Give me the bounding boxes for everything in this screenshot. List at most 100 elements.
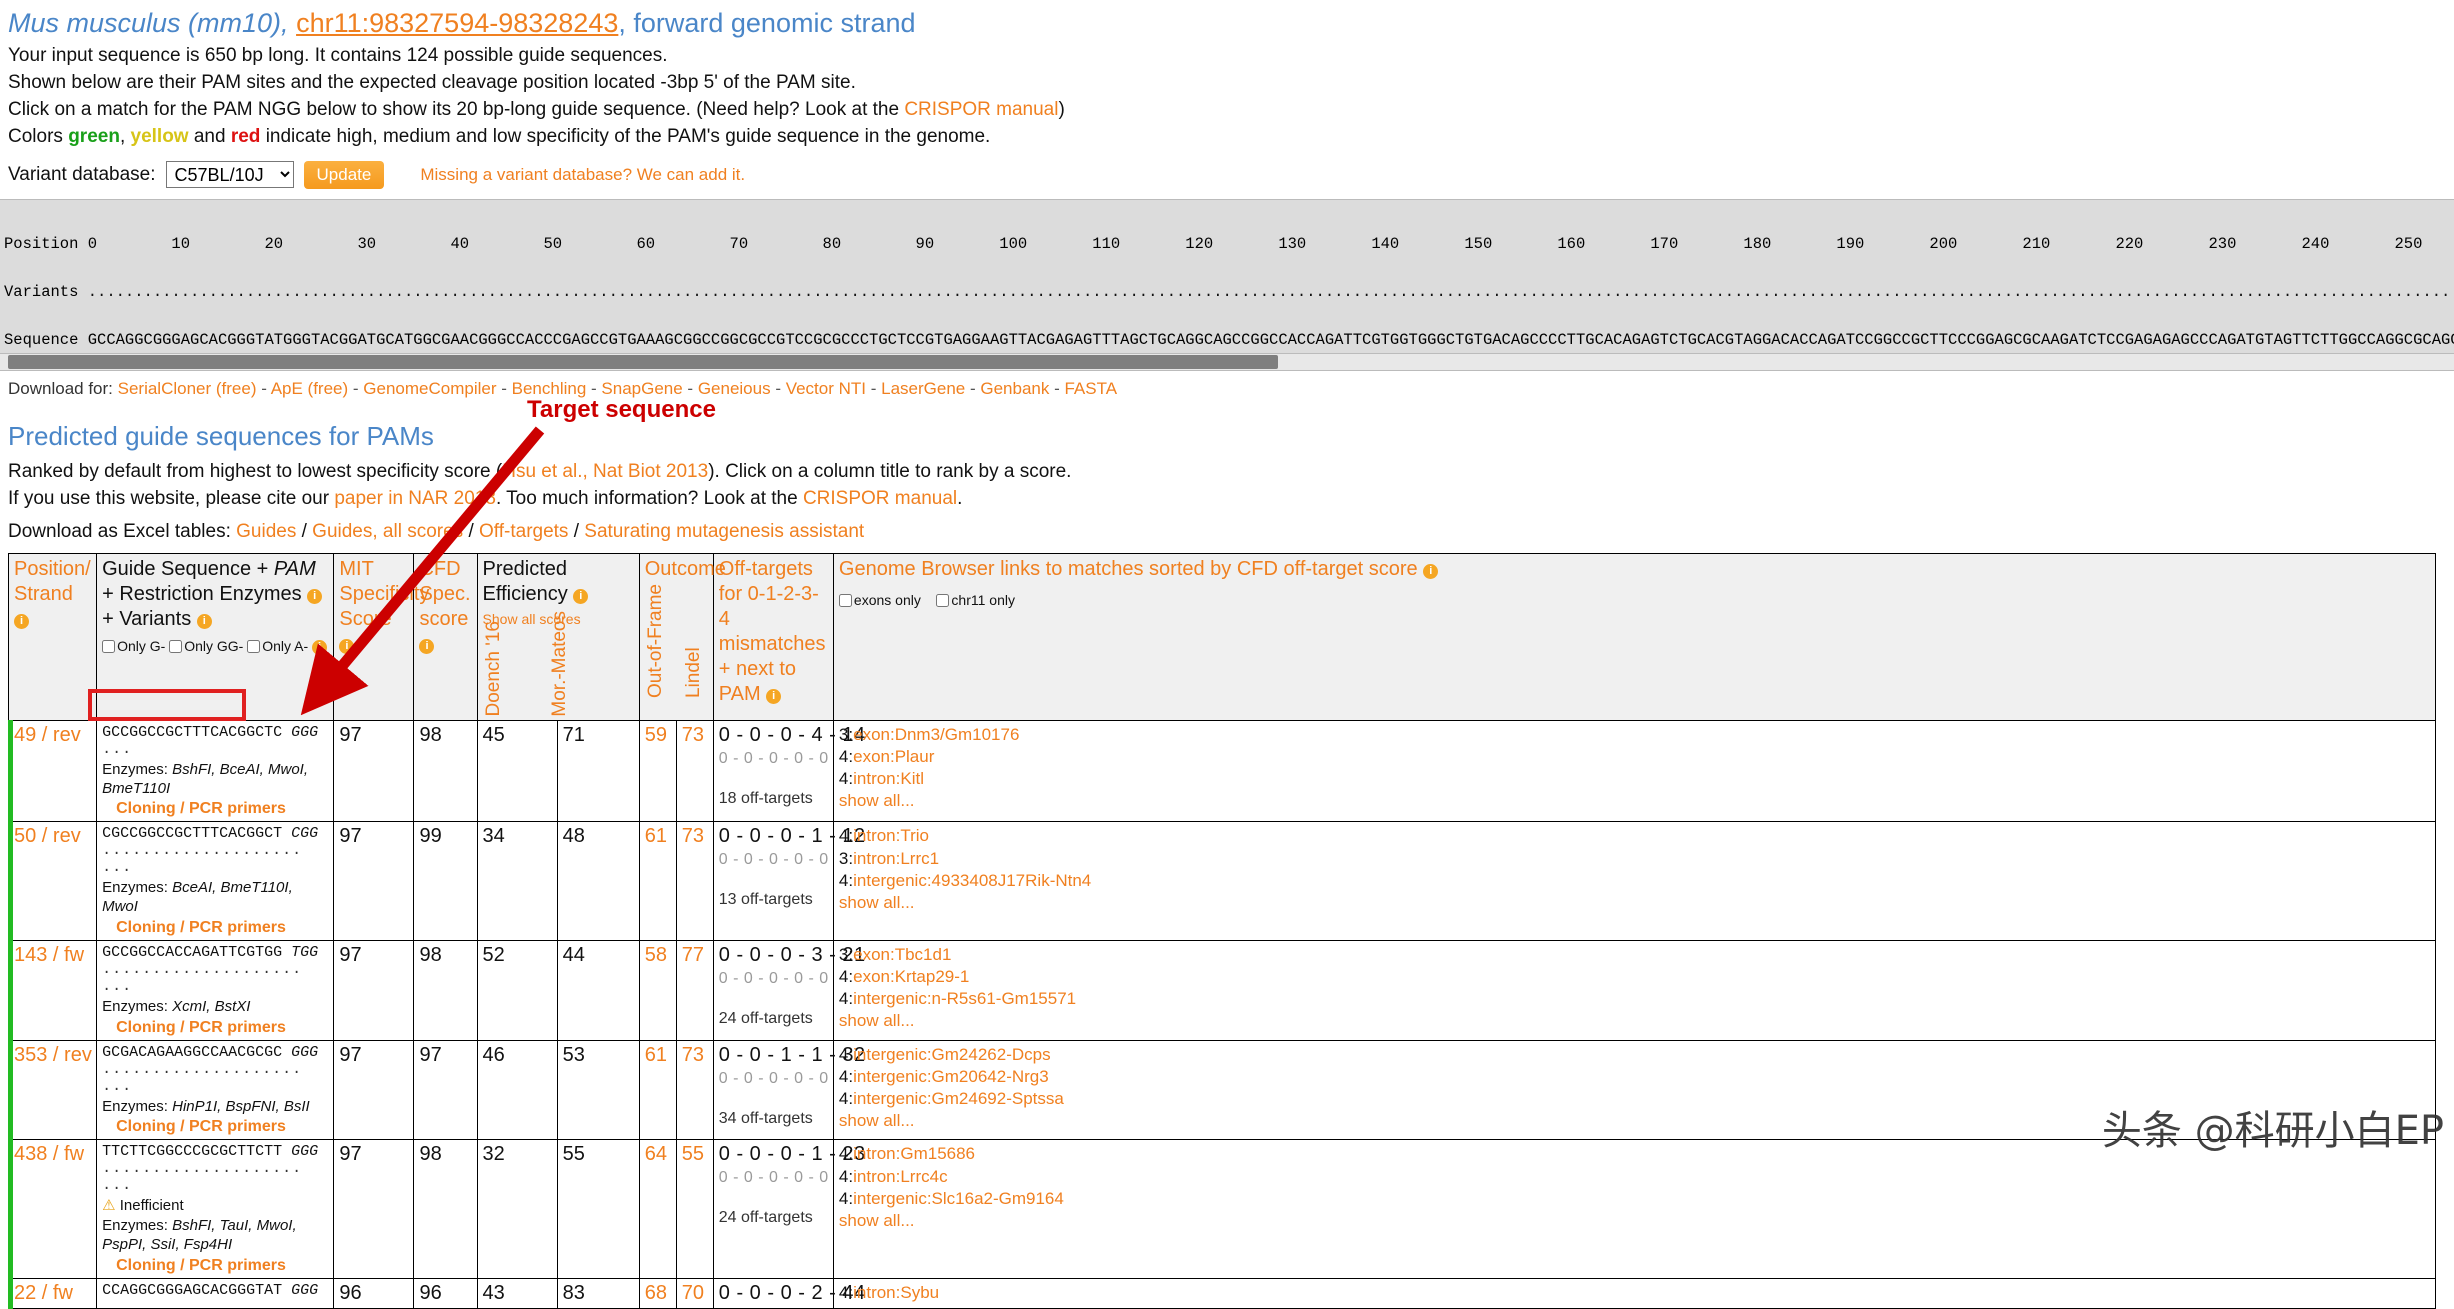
cell-guide-sequence[interactable]: GCCGGCCACCAGATTCGTGG TGG................… <box>96 939 335 1041</box>
cell-genome-browser-links[interactable]: 4:intron:Sybu <box>832 1277 2437 1309</box>
only-gg-checkbox-label[interactable]: Only GG- <box>169 638 243 654</box>
download-link-genbank[interactable]: Genbank <box>980 379 1049 398</box>
guide-sequence-text[interactable]: CCAGGCGGGAGCACGGGTAT GGG <box>102 1282 328 1299</box>
help-icon[interactable]: i <box>573 588 589 604</box>
exons-only-checkbox-label[interactable]: exons only <box>838 592 921 608</box>
col-guide-sequence[interactable]: Guide Sequence + PAM + Restriction Enzym… <box>96 552 335 721</box>
cell-position-strand[interactable]: 49 / rev <box>7 719 98 823</box>
download-link-fasta[interactable]: FASTA <box>1064 379 1117 398</box>
download-link-lasergene[interactable]: LaserGene <box>881 379 965 398</box>
genome-browser-link[interactable]: 4:exon:Plaur <box>839 746 2430 768</box>
genome-browser-link[interactable]: 4:intergenic:n-R5s61-Gm15571 <box>839 988 2430 1010</box>
only-gg-checkbox[interactable] <box>169 639 183 653</box>
exons-only-checkbox[interactable] <box>838 593 852 607</box>
col-cfd-spec[interactable]: CFD Spec. score i <box>413 552 478 721</box>
cloning-pcr-primers-link[interactable]: Cloning / PCR primers <box>102 1118 328 1136</box>
cloning-pcr-primers-link[interactable]: Cloning / PCR primers <box>102 800 328 818</box>
col-mit-specificity[interactable]: MIT Specificity Score i <box>333 552 429 721</box>
cell-position-strand[interactable]: 353 / rev <box>7 1039 98 1141</box>
guide-sequence-text[interactable]: GCCGGCCGCTTTCACGGCTC GGG <box>102 724 328 741</box>
help-icon[interactable]: i <box>419 638 435 654</box>
show-all-link[interactable]: show all... <box>839 892 2430 914</box>
table-row[interactable]: 50 / rev CGCCGGCCGCTTTCACGGCT CGG........… <box>7 821 2437 941</box>
cloning-pcr-primers-link[interactable]: Cloning / PCR primers <box>102 1257 328 1275</box>
cell-position-strand[interactable]: 22 / fw <box>7 1277 98 1309</box>
help-icon[interactable]: i <box>14 613 29 629</box>
guide-sequence-text[interactable]: GCGACAGAAGGCCAACGCGC GGG <box>102 1044 328 1061</box>
cloning-pcr-primers-link[interactable]: Cloning / PCR primers <box>102 1019 328 1037</box>
show-all-link[interactable]: show all... <box>839 1210 2430 1232</box>
genome-browser-link[interactable]: 3:intron:Lrrc1 <box>839 848 2430 870</box>
genome-browser-link[interactable]: 4:intron:Lrrc4c <box>839 1166 2430 1188</box>
cell-position-strand[interactable]: 50 / rev <box>7 821 98 941</box>
only-g-checkbox[interactable] <box>102 639 116 653</box>
cell-guide-sequence[interactable]: GCCGGCCGCTTTCACGGCTC GGG ... Enzymes: Bsh… <box>96 719 335 823</box>
show-all-link[interactable]: show all... <box>839 1010 2430 1032</box>
missing-variant-db-link[interactable]: Missing a variant database? We can add i… <box>420 165 745 185</box>
table-row[interactable]: 438 / fw TTCTTCGGCCCGCGCTTCTT GGG........… <box>7 1139 2437 1279</box>
cell-genome-browser-links[interactable]: 4:intron:Trio 3:intron:Lrrc1 4:intergenic:… <box>832 821 2437 941</box>
sequence-horizontal-scrollbar[interactable] <box>0 353 2454 371</box>
cloning-pcr-primers-link[interactable]: Cloning / PCR primers <box>102 919 328 937</box>
crispor-manual-link-2[interactable]: CRISPOR manual <box>803 488 957 509</box>
excel-link-guides[interactable]: Guides, all scores <box>312 521 463 542</box>
genome-browser-link[interactable]: 3:exon:Dnm3/Gm10176 <box>839 724 2430 746</box>
update-button[interactable]: Update <box>303 160 385 189</box>
table-row[interactable]: 22 / fw CCAGGCGGGAGCACGGGTAT GGG 96 96 43 83 6… <box>7 1277 2437 1309</box>
genome-browser-link[interactable]: 4:intergenic:Gm20642-Nrg3 <box>839 1066 2430 1088</box>
cell-genome-browser-links[interactable]: 3:exon:Dnm3/Gm10176 4:exon:Plaur 4:intron:… <box>832 719 2437 823</box>
genome-browser-link[interactable]: 4:intron:Sybu <box>839 1282 2430 1304</box>
sequence-viewer[interactable]: Position 0 10 20 30 40 50 60 70 80 90 10… <box>0 198 2454 354</box>
table-row[interactable]: 353 / rev GCGACAGAAGGCCAACGCGC GGG.......… <box>7 1039 2437 1141</box>
cell-guide-sequence[interactable]: CCAGGCGGGAGCACGGGTAT GGG <box>96 1277 335 1309</box>
crispor-manual-link[interactable]: CRISPOR manual <box>904 99 1058 120</box>
download-link-genomecompiler[interactable]: GenomeCompiler <box>363 379 496 398</box>
download-link-ape[interactable]: ApE (free) <box>271 379 348 398</box>
only-g-checkbox-label[interactable]: Only G- <box>102 638 165 654</box>
chr-only-checkbox-label[interactable]: chr11 only <box>936 592 1015 608</box>
help-icon[interactable]: i <box>307 588 323 604</box>
help-icon[interactable]: i <box>1423 563 1439 579</box>
cell-position-strand[interactable]: 143 / fw <box>7 939 98 1041</box>
help-icon[interactable]: i <box>339 638 355 654</box>
genome-browser-link[interactable]: 4:intergenic:Gm24262-Dcps <box>839 1044 2430 1066</box>
variant-database-select[interactable]: C57BL/10J <box>165 161 294 189</box>
guide-sequence-text[interactable]: CGCCGGCCGCTTTCACGGCT CGG <box>102 825 328 842</box>
col-position-strand[interactable]: Position/ Strand i <box>7 552 98 721</box>
table-row[interactable]: 143 / fw GCCGGCCACCAGATTCGTGG TGG........… <box>7 939 2437 1041</box>
cell-guide-sequence[interactable]: CGCCGGCCGCTTTCACGGCT CGG................… <box>96 821 335 941</box>
guide-sequence-text[interactable]: TTCTTCGGCCCGCGCTTCTT GGG <box>102 1143 328 1160</box>
genome-browser-link[interactable]: 4:intergenic:Slc16a2-Gm9164 <box>839 1188 2430 1210</box>
show-all-link[interactable]: show all... <box>839 790 2430 812</box>
cell-guide-sequence[interactable]: GCGACAGAAGGCCAACGCGC GGG................… <box>96 1039 335 1141</box>
only-a-checkbox-label[interactable]: Only A- <box>247 638 308 654</box>
help-icon[interactable]: i <box>312 639 328 655</box>
genome-browser-link[interactable]: 4:intron:Trio <box>839 825 2430 847</box>
genome-browser-link[interactable]: 4:intergenic:4933408J17Rik-Ntn4 <box>839 870 2430 892</box>
table-row[interactable]: 49 / rev GCCGGCCGCTTTCACGGCTC GGG ... Enzy… <box>7 719 2437 823</box>
cell-genome-browser-links[interactable]: 4:intron:Gm15686 4:intron:Lrrc4c 4:interge… <box>832 1139 2437 1279</box>
hsu-paper-link[interactable]: Hsu et al., Nat Biot 2013 <box>502 461 708 482</box>
col-genome-browser[interactable]: Genome Browser links to matches sorted b… <box>832 552 2437 721</box>
cell-position-strand[interactable]: 438 / fw <box>7 1139 98 1279</box>
genomic-location-link[interactable]: chr11:98327594-98328243 <box>296 8 618 38</box>
excel-link-guides[interactable]: Guides <box>236 521 296 542</box>
col-offtargets[interactable]: Off-targets for 0-1-2-3-4 mismatches + n… <box>712 552 834 721</box>
genome-browser-link[interactable]: 4:exon:Krtap29-1 <box>839 966 2430 988</box>
cell-guide-sequence[interactable]: TTCTTCGGCCCGCGCTTCTT GGG................… <box>96 1139 335 1279</box>
download-link-vector[interactable]: Vector NTI <box>786 379 866 398</box>
download-link-serialcloner[interactable]: SerialCloner (free) <box>118 379 257 398</box>
col-predicted-efficiency[interactable]: Predicted Efficiency i Show all scores D… <box>476 552 640 721</box>
nar-paper-link[interactable]: paper in NAR 2018 <box>334 488 496 509</box>
scrollbar-thumb[interactable] <box>8 354 1278 369</box>
help-icon[interactable]: i <box>196 613 212 629</box>
excel-link-saturating[interactable]: Saturating mutagenesis assistant <box>584 521 864 542</box>
chr-only-checkbox[interactable] <box>936 593 950 607</box>
help-icon[interactable]: i <box>766 688 782 704</box>
genome-browser-link[interactable]: 3:exon:Tbc1d1 <box>839 944 2430 966</box>
excel-link-off-targets[interactable]: Off-targets <box>479 521 568 542</box>
cell-genome-browser-links[interactable]: 3:exon:Tbc1d1 4:exon:Krtap29-1 4:intergeni… <box>832 939 2437 1041</box>
genome-browser-link[interactable]: 4:intron:Kitl <box>839 768 2430 790</box>
col-outcome[interactable]: Outcome Out-of-Frame Lindel <box>638 552 726 721</box>
only-a-checkbox[interactable] <box>247 639 261 653</box>
